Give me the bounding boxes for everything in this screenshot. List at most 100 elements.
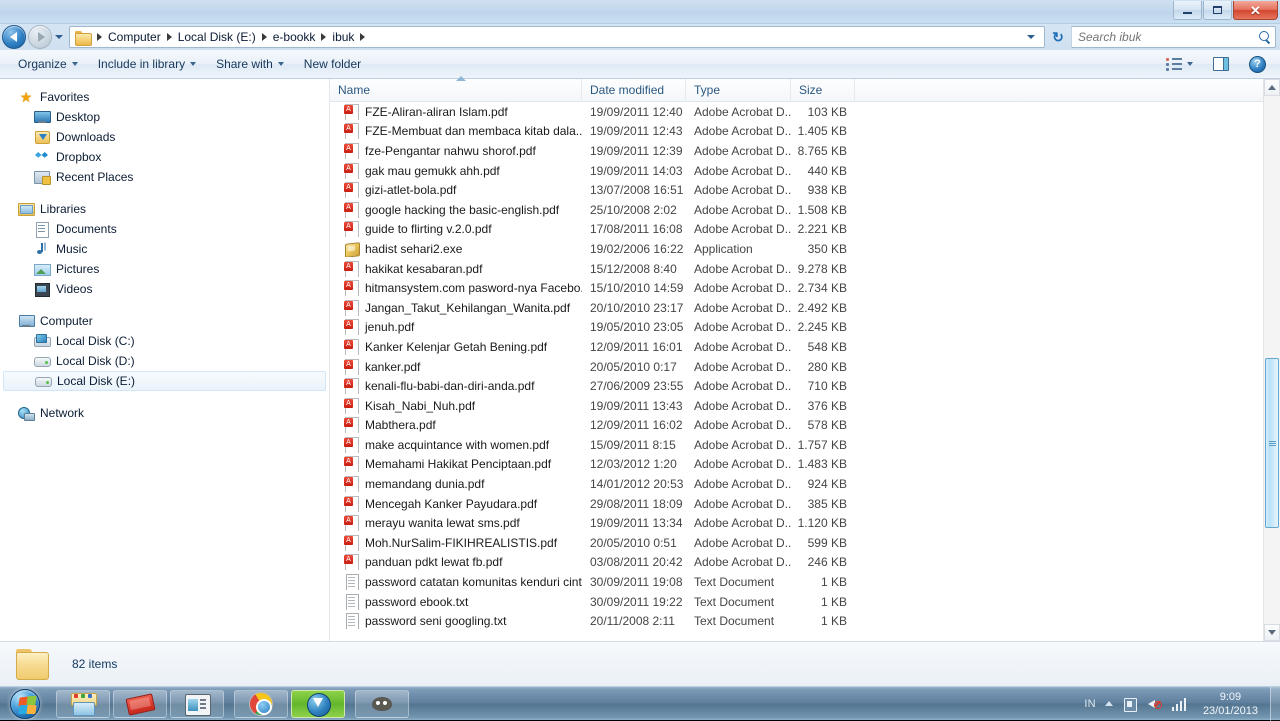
- show-desktop-button[interactable]: [1270, 687, 1280, 721]
- table-row[interactable]: AMemahami Hakikat Penciptaan.pdf12/03/20…: [330, 455, 1280, 475]
- vertical-scrollbar[interactable]: [1263, 79, 1280, 641]
- file-name-cell[interactable]: AKanker Kelenjar Getah Bening.pdf: [330, 339, 582, 355]
- new-folder-button[interactable]: New folder: [294, 53, 371, 75]
- file-name-cell[interactable]: AMemahami Hakikat Penciptaan.pdf: [330, 456, 582, 472]
- share-with-button[interactable]: Share with: [206, 53, 294, 75]
- table-row[interactable]: AMabthera.pdf12/09/2011 16:02Adobe Acrob…: [330, 416, 1280, 436]
- file-name-cell[interactable]: Ahakikat kesabaran.pdf: [330, 261, 582, 277]
- breadcrumb-item-computer[interactable]: Computer: [105, 29, 164, 45]
- table-row[interactable]: AFZE-Membuat dan membaca kitab dala...19…: [330, 122, 1280, 142]
- scrollbar-track[interactable]: [1264, 96, 1280, 624]
- sidebar-item-network[interactable]: Network: [0, 403, 329, 423]
- refresh-button[interactable]: ↻: [1047, 26, 1069, 48]
- file-name-cell[interactable]: AFZE-Aliran-aliran Islam.pdf: [330, 104, 582, 120]
- breadcrumb-separator-icon[interactable]: [321, 33, 326, 41]
- file-name-cell[interactable]: AFZE-Membuat dan membaca kitab dala...: [330, 123, 582, 139]
- breadcrumb-item-e-bookk[interactable]: e-bookk: [270, 29, 319, 45]
- file-name-cell[interactable]: AKisah_Nabi_Nuh.pdf: [330, 398, 582, 414]
- table-row[interactable]: password ebook.txt30/09/2011 19:22Text D…: [330, 592, 1280, 612]
- table-row[interactable]: password seni googling.txt20/11/2008 2:1…: [330, 611, 1280, 631]
- sidebar-item-documents[interactable]: Documents: [0, 219, 329, 239]
- maximize-button[interactable]: [1203, 1, 1232, 20]
- table-row[interactable]: AMencegah Kanker Payudara.pdf29/08/2011 …: [330, 494, 1280, 514]
- forward-button[interactable]: [28, 25, 52, 49]
- table-row[interactable]: AJangan_Takut_Kehilangan_Wanita.pdf20/10…: [330, 298, 1280, 318]
- show-hidden-icons-chevron-up-icon[interactable]: [1105, 701, 1113, 706]
- sidebar-item-local-disk-d[interactable]: Local Disk (D:): [0, 351, 329, 371]
- search-input[interactable]: [1078, 30, 1259, 44]
- scrollbar-thumb[interactable]: [1265, 358, 1279, 528]
- table-row[interactable]: AMoh.NurSalim-FIKIHREALISTIS.pdf20/05/20…: [330, 533, 1280, 553]
- column-header-type[interactable]: Type: [686, 79, 791, 102]
- minimize-button[interactable]: [1173, 1, 1202, 20]
- help-button[interactable]: ?: [1239, 52, 1276, 77]
- file-name-cell[interactable]: Ahitmansystem.com pasword-nya Facebo...: [330, 280, 582, 296]
- address-history-chevron-down-icon[interactable]: [1027, 35, 1035, 39]
- file-name-cell[interactable]: Akenali-flu-babi-dan-diri-anda.pdf: [330, 378, 582, 394]
- clock[interactable]: 9:09 23/01/2013: [1197, 690, 1264, 718]
- file-name-cell[interactable]: AMencegah Kanker Payudara.pdf: [330, 496, 582, 512]
- file-name-cell[interactable]: Apanduan pdkt lewat fb.pdf: [330, 554, 582, 570]
- sidebar-item-dropbox[interactable]: Dropbox: [0, 147, 329, 167]
- file-name-cell[interactable]: password ebook.txt: [330, 594, 582, 610]
- file-name-cell[interactable]: Aguide to flirting v.2.0.pdf: [330, 221, 582, 237]
- sidebar-item-local-disk-e[interactable]: Local Disk (E:): [3, 371, 326, 391]
- file-name-cell[interactable]: hadist sehari2.exe: [330, 241, 582, 257]
- sidebar-item-music[interactable]: Music: [0, 239, 329, 259]
- file-name-cell[interactable]: Agak mau gemukk ahh.pdf: [330, 163, 582, 179]
- file-name-cell[interactable]: Agizi-atlet-bola.pdf: [330, 182, 582, 198]
- include-in-library-button[interactable]: Include in library: [88, 53, 206, 75]
- table-row[interactable]: AKanker Kelenjar Getah Bening.pdf12/09/2…: [330, 337, 1280, 357]
- table-row[interactable]: Apanduan pdkt lewat fb.pdf03/08/2011 20:…: [330, 553, 1280, 573]
- table-row[interactable]: Agak mau gemukk ahh.pdf19/09/2011 14:03A…: [330, 161, 1280, 181]
- action-center-icon[interactable]: [1122, 696, 1138, 712]
- column-header-size[interactable]: Size: [791, 79, 855, 102]
- table-row[interactable]: Ajenuh.pdf19/05/2010 23:05Adobe Acrobat …: [330, 318, 1280, 338]
- breadcrumb-bar[interactable]: Computer Local Disk (E:) e-bookk ibuk: [69, 26, 1045, 48]
- title-bar[interactable]: ✕: [0, 0, 1280, 24]
- navigation-pane[interactable]: ★ Favorites Desktop Downloads Dropbox: [0, 79, 330, 641]
- language-indicator[interactable]: IN: [1084, 698, 1096, 710]
- breadcrumb-item-local-disk-e[interactable]: Local Disk (E:): [175, 29, 259, 45]
- file-name-cell[interactable]: AMoh.NurSalim-FIKIHREALISTIS.pdf: [330, 535, 582, 551]
- table-row[interactable]: AFZE-Aliran-aliran Islam.pdf19/09/2011 1…: [330, 102, 1280, 122]
- close-button[interactable]: ✕: [1233, 1, 1278, 20]
- taskbar-item-media-player[interactable]: [170, 690, 224, 718]
- table-row[interactable]: Agizi-atlet-bola.pdf13/07/2008 16:51Adob…: [330, 180, 1280, 200]
- file-rows[interactable]: AFZE-Aliran-aliran Islam.pdf19/09/2011 1…: [330, 102, 1280, 641]
- sidebar-item-recent-places[interactable]: Recent Places: [0, 167, 329, 187]
- back-button[interactable]: [2, 25, 26, 49]
- breadcrumb-separator-icon[interactable]: [97, 33, 102, 41]
- file-name-cell[interactable]: password seni googling.txt: [330, 613, 582, 629]
- scroll-up-button[interactable]: [1264, 79, 1280, 96]
- recent-pages-chevron-down-icon[interactable]: [55, 35, 63, 39]
- file-name-cell[interactable]: AJangan_Takut_Kehilangan_Wanita.pdf: [330, 300, 582, 316]
- file-name-cell[interactable]: Ajenuh.pdf: [330, 319, 582, 335]
- file-name-cell[interactable]: Agoogle hacking the basic-english.pdf: [330, 202, 582, 218]
- sidebar-item-downloads[interactable]: Downloads: [0, 127, 329, 147]
- taskbar-item-ebook-reader[interactable]: [113, 690, 167, 718]
- column-header-name[interactable]: Name: [330, 79, 582, 102]
- sidebar-item-favorites[interactable]: ★ Favorites: [0, 87, 329, 107]
- search-box[interactable]: [1071, 26, 1276, 48]
- sidebar-item-pictures[interactable]: Pictures: [0, 259, 329, 279]
- file-name-cell[interactable]: Amerayu wanita lewat sms.pdf: [330, 515, 582, 531]
- taskbar-item-windows-explorer[interactable]: [56, 690, 110, 718]
- table-row[interactable]: AKisah_Nabi_Nuh.pdf19/09/2011 13:43Adobe…: [330, 396, 1280, 416]
- breadcrumb-item-ibuk[interactable]: ibuk: [329, 29, 357, 45]
- file-name-cell[interactable]: password catatan komunitas kenduri cint.…: [330, 574, 582, 590]
- scroll-down-button[interactable]: [1264, 624, 1280, 641]
- table-row[interactable]: Aguide to flirting v.2.0.pdf17/08/2011 1…: [330, 220, 1280, 240]
- breadcrumb-separator-icon[interactable]: [360, 33, 365, 41]
- table-row[interactable]: Akenali-flu-babi-dan-diri-anda.pdf27/06/…: [330, 376, 1280, 396]
- table-row[interactable]: Afze-Pengantar nahwu shorof.pdf19/09/201…: [330, 141, 1280, 161]
- file-name-cell[interactable]: AMabthera.pdf: [330, 417, 582, 433]
- table-row[interactable]: Amemandang dunia.pdf14/01/2012 20:53Adob…: [330, 474, 1280, 494]
- breadcrumb-separator-icon[interactable]: [167, 33, 172, 41]
- taskbar-item-gimp[interactable]: [355, 690, 409, 718]
- table-row[interactable]: Amake acquintance with women.pdf15/09/20…: [330, 435, 1280, 455]
- sidebar-item-local-disk-c[interactable]: Local Disk (C:): [0, 331, 329, 351]
- table-row[interactable]: hadist sehari2.exe19/02/2006 16:22Applic…: [330, 239, 1280, 259]
- table-row[interactable]: Ahakikat kesabaran.pdf15/12/2008 8:40Ado…: [330, 259, 1280, 279]
- organize-button[interactable]: Organize: [8, 53, 88, 75]
